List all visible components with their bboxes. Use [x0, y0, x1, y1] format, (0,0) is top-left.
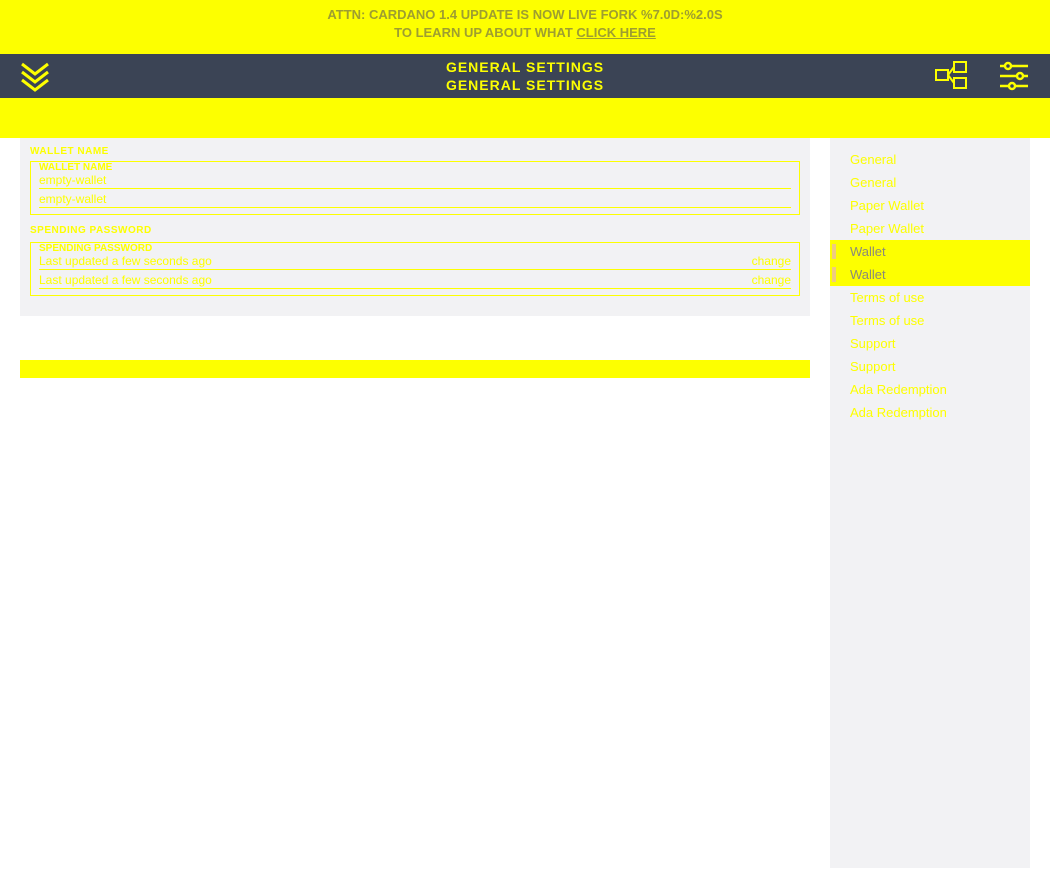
page-title: GENERAL SETTINGS GENERAL SETTINGS [446, 58, 604, 94]
sidebar-item-support-dup[interactable]: Support [830, 355, 1030, 378]
sidebar-item-wallet[interactable]: Wallet [830, 240, 1030, 263]
sidebar-item-support[interactable]: Support [830, 332, 1030, 355]
sidebar-item-wallet-dup[interactable]: Wallet [830, 263, 1030, 286]
sidebar-item-paper-wallet[interactable]: Paper Wallet [830, 194, 1030, 217]
sidebar-item-ada-redemption[interactable]: Ada Redemption [830, 378, 1030, 401]
spending-password-box: SPENDING PASSWORD Last updated a few sec… [30, 242, 800, 296]
spending-password-label: SPENDING PASSWORD [30, 225, 800, 236]
alert-learn-more-link[interactable]: CLICK HERE [576, 25, 655, 40]
spending-password-inner-label: SPENDING PASSWORD [39, 243, 791, 254]
yellow-footer-strip [20, 360, 810, 378]
sidebar-item-ada-redemption-dup[interactable]: Ada Redemption [830, 401, 1030, 424]
spending-password-status: Last updated a few seconds ago [39, 254, 212, 268]
sidebar-item-general-dup[interactable]: General [830, 171, 1030, 194]
wallet-name-inner-label: WALLET NAME [39, 162, 791, 173]
settings-sliders-icon[interactable] [998, 60, 1030, 97]
sidebar-item-terms-dup[interactable]: Terms of use [830, 309, 1030, 332]
sidebar-item-terms[interactable]: Terms of use [830, 286, 1030, 309]
sub-banner [0, 98, 1050, 138]
alert-line-1: ATTN: CARDANO 1.4 UPDATE IS NOW LIVE FOR… [0, 6, 1050, 24]
settings-sidebar: General General Paper Wallet Paper Walle… [830, 138, 1030, 868]
change-password-link[interactable]: change [752, 254, 791, 268]
logo-icon[interactable] [20, 60, 50, 97]
settings-form-card: WALLET NAME WALLET NAME empty-wallet emp… [20, 138, 810, 316]
wallet-name-input[interactable]: WALLET NAME empty-wallet empty-wallet [30, 161, 800, 215]
app-header: GENERAL SETTINGS GENERAL SETTINGS [0, 54, 1050, 98]
wallet-name-label: WALLET NAME [30, 146, 800, 157]
wallet-name-value-dup: empty-wallet [39, 192, 791, 208]
spending-password-status-dup: Last updated a few seconds ago [39, 273, 212, 287]
wallet-name-value: empty-wallet [39, 173, 791, 189]
change-password-link-dup[interactable]: change [752, 273, 791, 287]
sidebar-item-paper-wallet-dup[interactable]: Paper Wallet [830, 217, 1030, 240]
update-alert-banner: ATTN: CARDANO 1.4 UPDATE IS NOW LIVE FOR… [0, 0, 1050, 54]
sidebar-item-general[interactable]: General [830, 148, 1030, 171]
alert-line-2: TO LEARN UP ABOUT WHAT CLICK HERE [0, 24, 1050, 42]
network-icon[interactable] [934, 60, 974, 97]
